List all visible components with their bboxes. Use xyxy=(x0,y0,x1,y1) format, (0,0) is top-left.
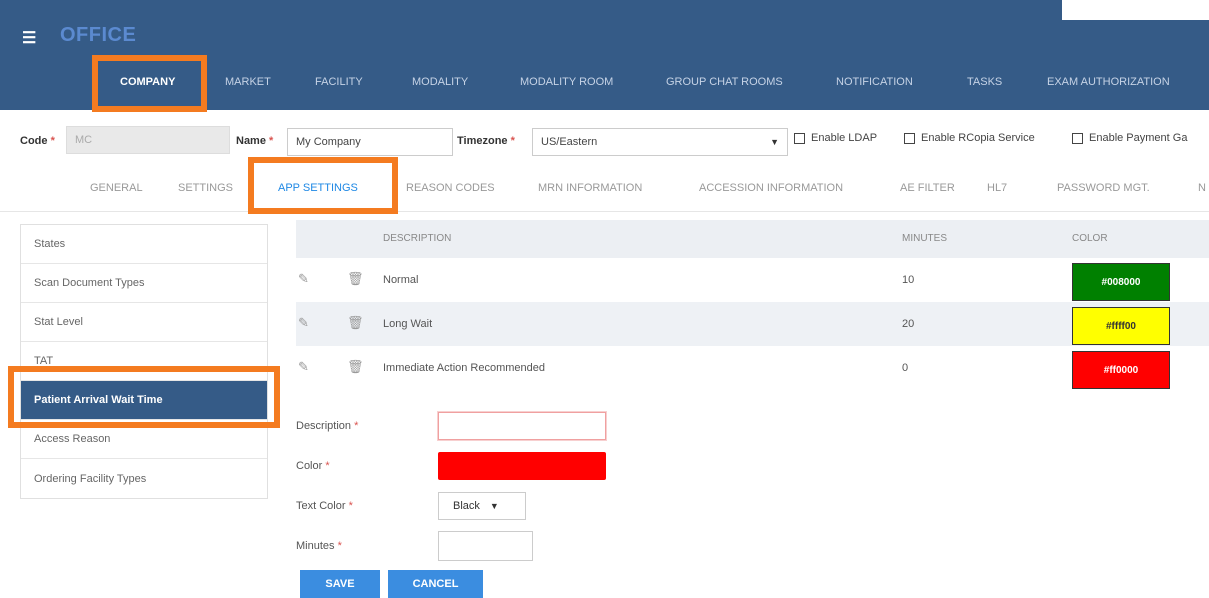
tab-hl7[interactable]: HL7 xyxy=(987,182,1007,194)
chevron-down-icon: ▼ xyxy=(770,137,779,147)
code-label: Code * xyxy=(20,135,55,147)
save-button[interactable]: SAVE xyxy=(300,570,380,598)
enable-ldap-checkbox[interactable]: Enable LDAP xyxy=(794,132,877,144)
pencil-icon[interactable]: ✎ xyxy=(298,271,309,287)
tab-ae-filter[interactable]: AE FILTER xyxy=(900,182,955,194)
column-minutes: MINUTES xyxy=(902,233,947,244)
code-input[interactable]: MC xyxy=(66,126,230,154)
sidebar-item-ordering-facility-types[interactable]: Ordering Facility Types xyxy=(21,459,267,498)
color-swatch: #008000 xyxy=(1072,263,1170,301)
row-description: Normal xyxy=(383,274,419,286)
nav-market[interactable]: MARKET xyxy=(225,76,271,88)
row-minutes: 0 xyxy=(902,362,909,374)
chevron-down-icon: ▼ xyxy=(489,501,499,511)
nav-tasks[interactable]: TASKS xyxy=(967,76,1002,88)
trash-icon[interactable]: 🗑 xyxy=(347,359,364,375)
row-description: Long Wait xyxy=(383,318,433,330)
enable-rcopia-checkbox[interactable]: Enable RCopia Service xyxy=(904,132,1035,144)
pencil-icon[interactable]: ✎ xyxy=(298,315,309,331)
row-minutes: 10 xyxy=(902,274,915,286)
row-minutes: 20 xyxy=(902,318,915,330)
enable-rcopia-label: Enable RCopia Service xyxy=(921,132,1035,144)
nav-exam-authorization[interactable]: EXAM AUTHORIZATION xyxy=(1047,76,1170,88)
sidebar-item-highlight xyxy=(8,366,280,428)
description-input[interactable] xyxy=(438,412,606,440)
wait-time-table: DESCRIPTION MINUTES COLOR ✎ 🗑 Normal 10 … xyxy=(296,220,1209,390)
tab-password-mgt[interactable]: PASSWORD MGT. xyxy=(1057,182,1150,194)
tab-settings[interactable]: SETTINGS xyxy=(178,182,233,194)
sidebar-item-states[interactable]: States xyxy=(21,225,267,264)
pencil-icon[interactable]: ✎ xyxy=(298,359,309,375)
text-color-label: Text Color * xyxy=(296,500,353,512)
timezone-label: Timezone * xyxy=(457,135,515,147)
enable-payment-checkbox[interactable]: Enable Payment Ga xyxy=(1072,132,1187,144)
row-description: Immediate Action Recommended xyxy=(383,362,546,374)
enable-ldap-label: Enable LDAP xyxy=(811,132,878,144)
table-row: ✎ 🗑 Long Wait 20 #ffff00 xyxy=(296,302,1209,346)
trash-icon[interactable]: 🗑 xyxy=(347,315,364,331)
nav-modality-room[interactable]: MODALITY ROOM xyxy=(520,76,613,88)
column-description: DESCRIPTION xyxy=(383,233,452,244)
text-color-select[interactable]: Black ▼ xyxy=(438,492,526,520)
table-header: DESCRIPTION MINUTES COLOR xyxy=(296,220,1209,258)
sidebar-item-scan-document-types[interactable]: Scan Document Types xyxy=(21,264,267,303)
company-form: Code * MC Name * My Company Timezone * U… xyxy=(0,122,1209,158)
timezone-select[interactable]: US/Eastern ▼ xyxy=(532,128,788,156)
checkbox-icon xyxy=(794,132,805,144)
checkbox-icon xyxy=(904,132,915,144)
column-color: COLOR xyxy=(1072,233,1108,244)
hamburger-icon[interactable]: ☰ xyxy=(22,28,36,48)
minutes-label: Minutes * xyxy=(296,540,342,552)
nav-group-chat-rooms[interactable]: GROUP CHAT ROOMS xyxy=(666,76,783,88)
minutes-input[interactable] xyxy=(438,531,533,561)
company-tab-highlight xyxy=(92,55,207,112)
table-row: ✎ 🗑 Normal 10 #008000 xyxy=(296,258,1209,302)
name-label: Name * xyxy=(236,135,274,147)
trash-icon[interactable]: 🗑 xyxy=(347,271,364,287)
cancel-button[interactable]: CANCEL xyxy=(388,570,483,598)
app-title: OFFICE xyxy=(60,24,137,46)
tab-general[interactable]: GENERAL xyxy=(90,182,143,194)
checkbox-icon xyxy=(1072,132,1083,144)
enable-payment-label: Enable Payment Ga xyxy=(1089,132,1188,144)
color-swatch: #ff0000 xyxy=(1072,351,1170,389)
description-label: Description * xyxy=(296,420,359,432)
app-settings-tab-highlight xyxy=(248,157,398,214)
settings-tabs: GENERAL SETTINGS APP SETTINGS REASON COD… xyxy=(0,168,1209,212)
color-swatch: #ffff00 xyxy=(1072,307,1170,345)
nav-notification[interactable]: NOTIFICATION xyxy=(836,76,913,88)
tab-more[interactable]: N xyxy=(1198,182,1206,194)
settings-sidebar: States Scan Document Types Stat Level TA… xyxy=(20,224,268,499)
tab-mrn-information[interactable]: MRN INFORMATION xyxy=(538,182,642,194)
timezone-value: US/Eastern xyxy=(541,136,598,148)
header-search-area xyxy=(1062,0,1209,20)
text-color-value: Black xyxy=(453,500,480,512)
tab-accession-information[interactable]: ACCESSION INFORMATION xyxy=(699,182,843,194)
color-picker[interactable] xyxy=(438,452,606,480)
tab-reason-codes[interactable]: REASON CODES xyxy=(406,182,495,194)
nav-facility[interactable]: FACILITY xyxy=(315,76,363,88)
name-input[interactable]: My Company xyxy=(287,128,453,156)
nav-modality[interactable]: MODALITY xyxy=(412,76,468,88)
sidebar-item-stat-level[interactable]: Stat Level xyxy=(21,303,267,342)
table-row: ✎ 🗑 Immediate Action Recommended 0 #ff00… xyxy=(296,346,1209,390)
color-label: Color * xyxy=(296,460,330,472)
